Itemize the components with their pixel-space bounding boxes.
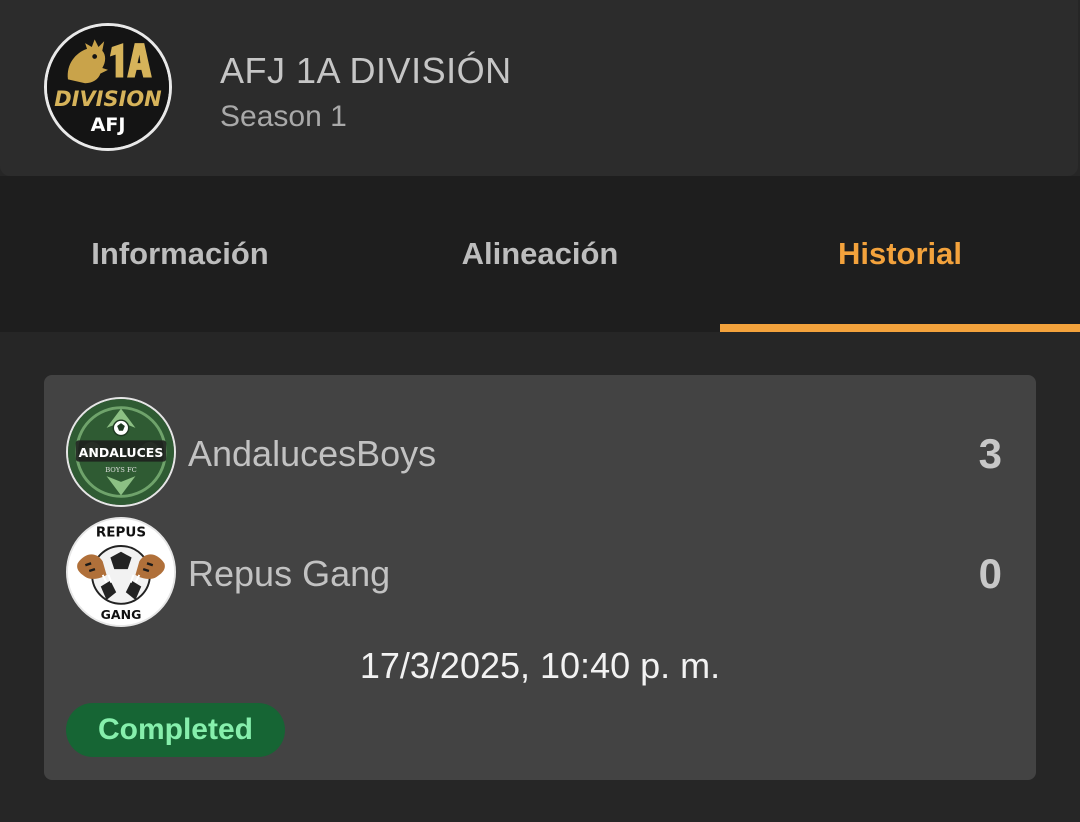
league-season: Season 1 [220,100,347,133]
tab-historial[interactable]: Historial [720,176,1080,332]
tab-alineacion[interactable]: Alineación [360,176,720,332]
away-team-logo: REPUS GANG [66,517,176,627]
svg-text:GANG: GANG [101,607,142,622]
match-card[interactable]: ANDALUCES BOYS FC AndalucesBoys 3 REPUS … [44,375,1036,780]
home-team-name: AndalucesBoys [188,433,437,474]
home-team-score: 3 [978,430,1002,477]
tab-bar: Información Alineación Historial [0,176,1080,332]
tab-informacion[interactable]: Información [0,176,360,332]
logo-text: ANDALUCES [79,445,164,460]
home-team-logo: ANDALUCES BOYS FC [66,397,176,507]
away-team-name: Repus Gang [188,553,391,594]
status-badge: Completed [66,703,285,757]
league-header: DIVISION AFJ AFJ 1A DIVISIÓN Season 1 [0,0,1078,176]
league-logo: DIVISION AFJ [44,23,172,151]
away-team-score: 0 [978,550,1002,597]
league-title: AFJ 1A DIVISIÓN [220,50,512,91]
match-datetime: 17/3/2025, 10:40 p. m. [359,645,721,686]
division-1a-afj-logo-icon: DIVISION AFJ [47,26,169,148]
andaluces-boys-fc-crest-icon: ANDALUCES BOYS FC [68,399,174,505]
svg-text:BOYS FC: BOYS FC [105,466,137,474]
logo-text: DIVISION [54,87,162,111]
active-tab-indicator [720,324,1080,332]
repus-gang-crest-icon: REPUS GANG [68,519,174,625]
match-history-screen: DIVISION AFJ AFJ 1A DIVISIÓN Season 1 In… [0,0,1080,822]
logo-text: REPUS [96,524,146,540]
svg-text:AFJ: AFJ [91,114,126,136]
